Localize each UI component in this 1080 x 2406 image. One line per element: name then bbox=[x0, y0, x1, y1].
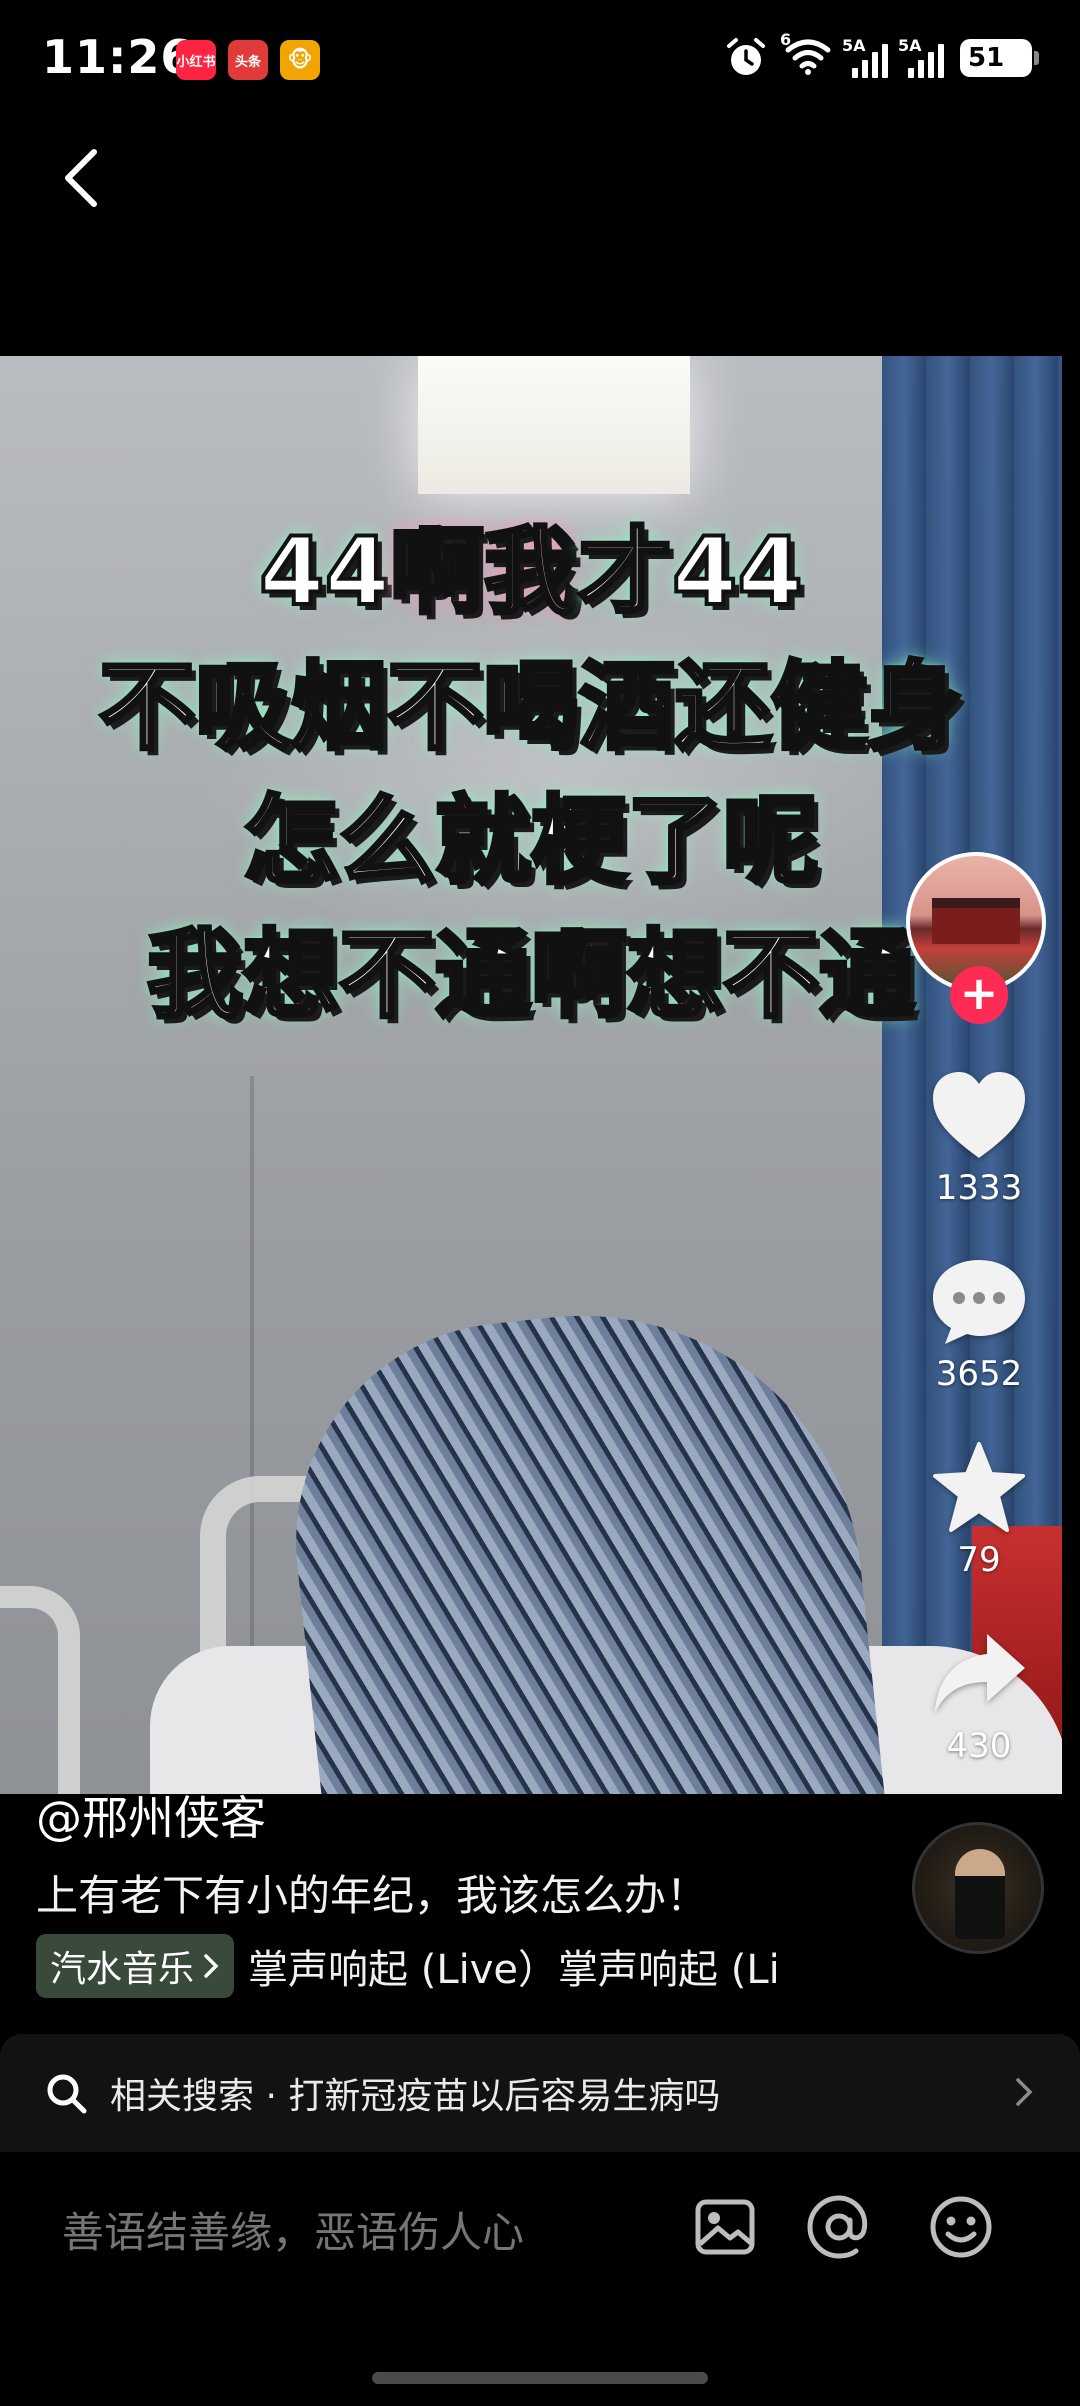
back-button[interactable] bbox=[52, 138, 112, 218]
follow-button[interactable]: + bbox=[950, 966, 1008, 1024]
emoji-icon bbox=[930, 2196, 992, 2258]
share-button[interactable]: 430 bbox=[904, 1628, 1054, 1766]
search-icon bbox=[47, 2074, 87, 2114]
status-time: 11:26 bbox=[42, 30, 194, 84]
chevron-left-icon bbox=[65, 149, 97, 207]
favorite-button[interactable]: 79 bbox=[904, 1442, 1054, 1580]
heart-icon bbox=[933, 1072, 1025, 1158]
signal-1-label: 5A bbox=[842, 36, 866, 55]
comment-count: 3652 bbox=[935, 1354, 1023, 1394]
toutiao-notification-icon: 头条 bbox=[228, 40, 268, 80]
caption-line-1-highlight: 啊我 bbox=[388, 516, 580, 629]
status-bar: 11:26 小红书 头条 🐵 6 5A 5A 51 bbox=[0, 0, 1080, 120]
video-caption-overlay: 44啊我才44 不吸烟不喝酒还健身 怎么就梗了呢 我想不通啊想不通 bbox=[0, 506, 1062, 1042]
signal-2-label: 5A bbox=[898, 36, 922, 55]
share-count: 430 bbox=[946, 1726, 1012, 1766]
home-indicator[interactable] bbox=[372, 2372, 708, 2384]
system-icons: 6 5A 5A 51 bbox=[724, 30, 1039, 80]
comment-bar bbox=[0, 2152, 1080, 2312]
star-icon bbox=[933, 1442, 1025, 1532]
caption-line-1: 44啊我才44 bbox=[0, 506, 1062, 640]
music-source-label: 汽水音乐 bbox=[50, 1949, 195, 1990]
caption-line-4: 我想不通啊想不通 bbox=[145, 917, 917, 1033]
music-source-tag[interactable]: 汽水音乐 bbox=[36, 1934, 235, 1998]
chevron-right-icon bbox=[1016, 2078, 1033, 2106]
ceiling-light bbox=[418, 356, 690, 494]
caption-line-2: 不吸烟不喝酒还健身 bbox=[97, 649, 965, 765]
music-disc-avatar[interactable] bbox=[912, 1822, 1044, 1954]
bed-rail bbox=[0, 1586, 80, 1794]
monkey-app-notification-icon: 🐵 bbox=[280, 40, 320, 80]
share-arrow-icon bbox=[935, 1634, 1025, 1712]
wifi-icon: 6 bbox=[780, 30, 832, 80]
comment-input[interactable] bbox=[62, 2208, 622, 2257]
image-icon bbox=[695, 2199, 755, 2255]
video-player[interactable]: 44啊我才44 不吸烟不喝酒还健身 怎么就梗了呢 我想不通啊想不通 bbox=[0, 356, 1062, 1794]
notification-icons: 小红书 头条 🐵 bbox=[176, 40, 320, 80]
xiaohongshu-notification-icon: 小红书 bbox=[176, 40, 216, 80]
signal-2-icon: 5A bbox=[898, 36, 944, 78]
chevron-right-icon bbox=[204, 1954, 219, 1978]
like-count: 1333 bbox=[935, 1168, 1023, 1208]
related-search-bar[interactable]: 相关搜索 · 打新冠疫苗以后容易生病吗 bbox=[0, 2034, 1080, 2152]
emoji-button[interactable] bbox=[926, 2192, 996, 2262]
music-row: 汽水音乐 掌声响起 (Live）掌声响起 (Li bbox=[36, 1934, 838, 1998]
comment-icon bbox=[933, 1260, 1025, 1344]
caption-line-3: 怎么就梗了呢 bbox=[241, 783, 821, 899]
related-search-label: 相关搜索 · 打新冠疫苗以后容易生病吗 bbox=[110, 2076, 721, 2117]
comment-button[interactable]: 3652 bbox=[904, 1256, 1054, 1394]
post-description: 上有老下有小的年纪，我该怎么办！ bbox=[36, 1871, 709, 1920]
alarm-icon bbox=[727, 38, 765, 75]
image-button[interactable] bbox=[690, 2192, 760, 2262]
striped-pajama-legs bbox=[274, 1288, 886, 1794]
caption-line-1-end: 才44 bbox=[576, 516, 805, 629]
caption-line-1-start: 44 bbox=[257, 516, 392, 629]
favorite-count: 79 bbox=[957, 1540, 1001, 1580]
mention-button[interactable] bbox=[804, 2192, 874, 2262]
like-button[interactable]: 1333 bbox=[904, 1070, 1054, 1208]
battery-icon: 51 bbox=[960, 39, 1039, 77]
wifi-label: 6 bbox=[780, 30, 792, 49]
music-title[interactable]: 掌声响起 (Live）掌声响起 (Li bbox=[248, 1937, 838, 1995]
author-avatar-button[interactable]: + bbox=[906, 852, 1050, 1024]
author-name[interactable]: @邢州侠客 bbox=[36, 1782, 266, 1848]
at-sign-icon bbox=[807, 2195, 868, 2259]
signal-1-icon: 5A bbox=[842, 36, 888, 78]
